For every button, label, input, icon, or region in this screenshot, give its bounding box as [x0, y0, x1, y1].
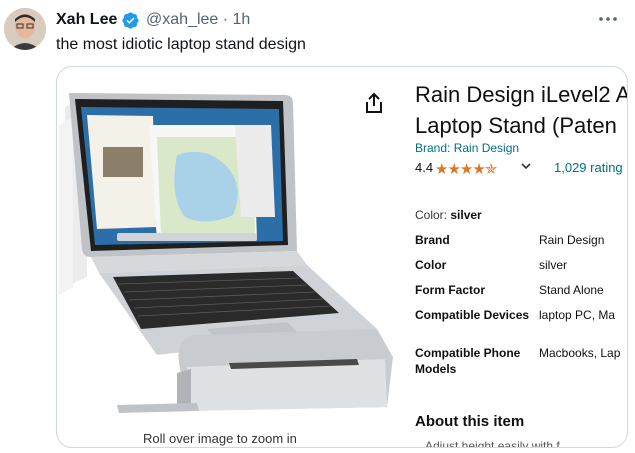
verified-badge-icon	[122, 12, 139, 29]
more-options-icon[interactable]	[595, 8, 621, 30]
about-first-bullet: Adjust height easily with f	[425, 439, 560, 448]
zoom-hint: Roll over image to zoom in	[143, 431, 297, 446]
chevron-down-icon[interactable]	[519, 159, 533, 173]
color-selection: Color: silver	[415, 208, 482, 222]
author-name[interactable]: Xah Lee	[56, 10, 117, 30]
share-icon[interactable]	[362, 91, 386, 115]
rating-value: 4.4	[415, 160, 434, 175]
tweet-header: Xah Lee @xah_lee · 1h	[56, 10, 625, 32]
product-details: Rain Design iLevel2 A Laptop Stand (Pate…	[415, 67, 627, 447]
star-rating-icon[interactable]: ★★★★✯	[435, 160, 497, 178]
author-handle-time[interactable]: @xah_lee · 1h	[146, 10, 250, 30]
rating-count-link[interactable]: 1,029 rating	[554, 160, 623, 175]
media-card[interactable]: Roll over image to zoom in Rain Design i…	[56, 66, 628, 448]
avatar[interactable]	[4, 8, 46, 50]
laptop-stand-product-image[interactable]	[57, 67, 401, 447]
about-heading: About this item	[415, 413, 525, 430]
tweet-text: the most idiotic laptop stand design	[56, 36, 306, 53]
brand-link[interactable]: Brand: Rain Design	[415, 141, 519, 155]
product-title[interactable]: Rain Design iLevel2 A Laptop Stand (Pate…	[415, 79, 627, 141]
avatar-image	[4, 8, 46, 50]
